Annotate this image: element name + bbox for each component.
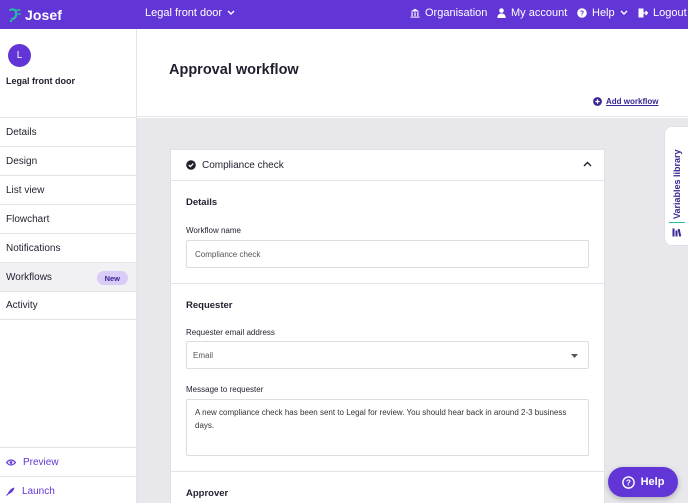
nav-logout-label: Logout (653, 7, 687, 19)
user-icon (497, 8, 506, 18)
approver-section: Approver (171, 472, 604, 499)
workflow-card-header[interactable]: Compliance check (171, 150, 604, 181)
check-circle-icon (186, 160, 196, 170)
variables-library-label: Variables library (672, 149, 682, 219)
launch-label: Launch (22, 485, 55, 497)
message-to-requester-label: Message to requester (186, 385, 264, 394)
sidebar-item-label: Activity (6, 300, 38, 311)
details-section: Details Workflow name Compliance check (171, 181, 604, 268)
sidebar-project-name: Legal front door (6, 76, 75, 86)
nav-help-label: Help (592, 7, 615, 19)
sidebar-item-notifications[interactable]: Notifications (0, 233, 136, 262)
variables-library-accent (669, 222, 685, 223)
nav-help[interactable]: ? Help (577, 7, 628, 19)
requester-section: Requester Requester email address Email … (171, 284, 604, 456)
workflow-card: Compliance check Details Workflow name C… (170, 149, 605, 503)
josef-logo[interactable]: Josef (8, 5, 62, 24)
caret-down-icon (571, 354, 578, 358)
logo-text: Josef (25, 6, 63, 23)
sidebar-nav: Details Design List view Flowchart Notif… (0, 117, 136, 320)
help-button-label: Help (640, 476, 665, 488)
top-bar: Josef Legal front door Organisation My a… (0, 0, 688, 29)
sidebar-item-flowchart[interactable]: Flowchart (0, 204, 136, 233)
sidebar-item-label: Flowchart (6, 213, 50, 225)
project-switcher[interactable]: Legal front door (145, 7, 235, 19)
sidebar-item-label: Notifications (6, 242, 61, 254)
chevron-down-icon (620, 10, 628, 15)
josef-logo-icon (9, 7, 21, 22)
chevron-down-icon (227, 10, 235, 15)
main-header: Approval workflow Add workflow (137, 29, 688, 117)
new-badge: New (96, 271, 128, 285)
eye-icon (6, 458, 16, 466)
chevron-up-icon[interactable] (583, 161, 592, 167)
sidebar-item-list-view[interactable]: List view (0, 175, 136, 204)
nav-organisation[interactable]: Organisation (410, 7, 487, 19)
launch-button[interactable]: Launch (0, 476, 136, 503)
project-switcher-label: Legal front door (145, 7, 223, 19)
sidebar-item-design[interactable]: Design (0, 146, 136, 175)
requester-email-select[interactable]: Email (186, 341, 589, 369)
add-workflow-link[interactable]: Add workflow (593, 97, 658, 106)
nav-organisation-label: Organisation (425, 7, 488, 19)
library-icon (672, 228, 682, 237)
nav-my-account-label: My account (511, 7, 568, 19)
message-to-requester-textarea[interactable]: A new compliance check has been sent to … (186, 399, 589, 456)
svg-text:?: ? (626, 478, 631, 487)
sidebar-item-activity[interactable]: Activity (0, 291, 136, 320)
help-circle-icon: ? (621, 475, 635, 489)
workflow-name-input[interactable]: Compliance check (186, 240, 589, 268)
workflow-name-label: Workflow name (186, 226, 241, 235)
bank-icon (410, 8, 420, 18)
preview-button[interactable]: Preview (0, 447, 136, 476)
details-section-title: Details (186, 197, 218, 208)
sidebar-item-label: Workflows (6, 271, 52, 283)
sidebar: L Legal front door Details Design List v… (0, 29, 137, 503)
rocket-icon (6, 487, 15, 496)
help-button[interactable]: ? Help (608, 467, 678, 497)
sidebar-item-label: List view (6, 184, 45, 196)
workflow-card-title: Compliance check (202, 159, 284, 171)
variables-library-tab[interactable]: Variables library (664, 126, 688, 246)
svg-text:?: ? (580, 11, 584, 18)
project-avatar: L (8, 44, 31, 67)
sidebar-item-label: Details (6, 126, 37, 138)
requester-section-title: Requester (186, 300, 233, 311)
plus-circle-icon (593, 97, 602, 106)
requester-email-value: Email (193, 350, 214, 360)
help-circle-icon: ? (577, 8, 587, 18)
workflow-content: Compliance check Details Workflow name C… (137, 118, 688, 503)
page-title: Approval workflow (169, 62, 299, 78)
sidebar-item-label: Design (6, 155, 38, 167)
sidebar-item-workflows[interactable]: Workflows New (0, 262, 136, 291)
add-workflow-label: Add workflow (606, 97, 659, 106)
approver-section-title: Approver (186, 488, 229, 499)
requester-email-label: Requester email address (186, 328, 275, 337)
preview-label: Preview (23, 456, 59, 468)
logout-icon (638, 8, 648, 18)
sidebar-item-details[interactable]: Details (0, 117, 136, 146)
nav-logout[interactable]: Logout (638, 7, 687, 19)
nav-my-account[interactable]: My account (497, 7, 567, 19)
